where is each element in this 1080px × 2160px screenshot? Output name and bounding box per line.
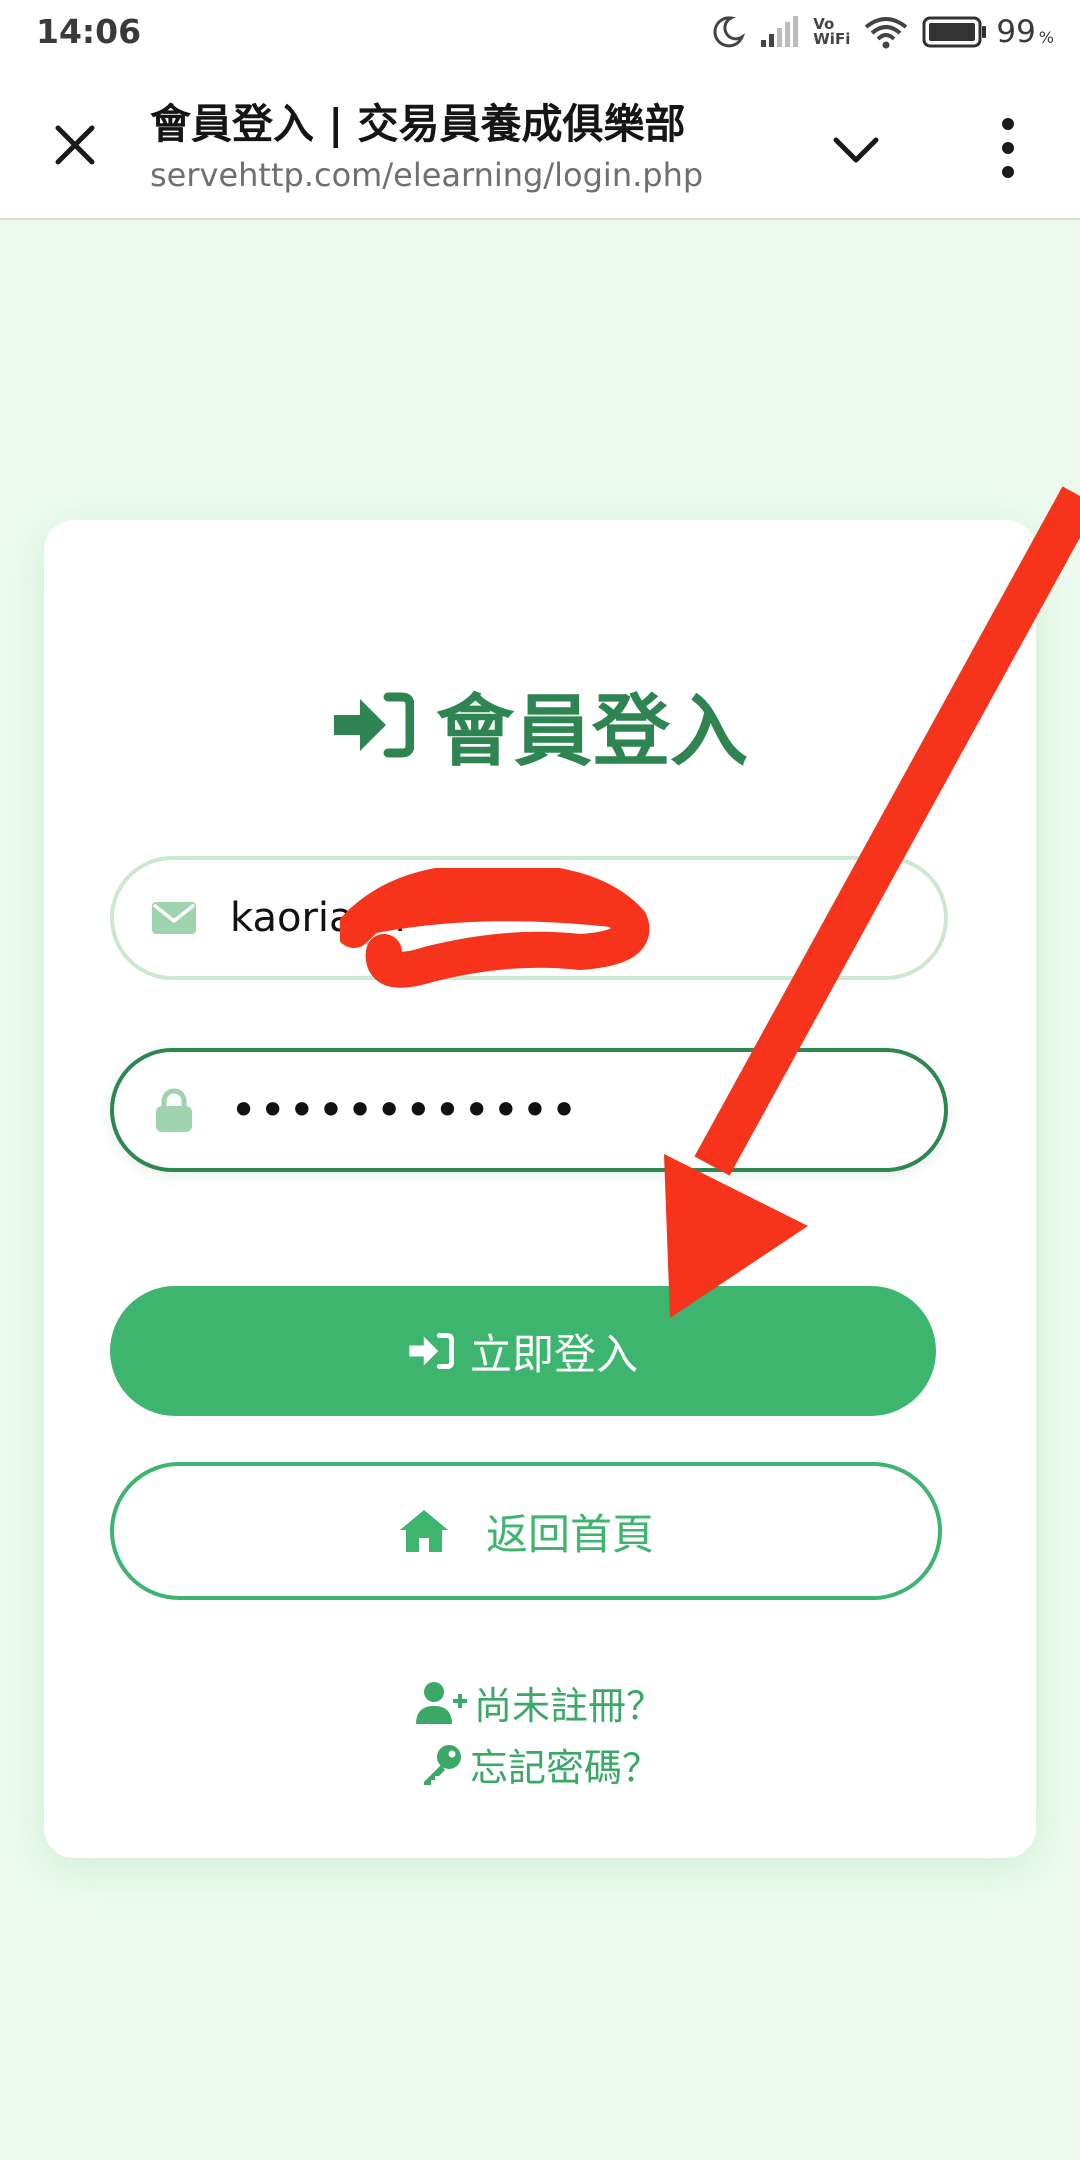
login-submit-label: 立即登入	[469, 1330, 638, 1378]
more-vertical-icon	[1002, 118, 1014, 178]
key-icon	[423, 1745, 461, 1785]
login-submit-button[interactable]: 立即登入	[110, 1286, 936, 1416]
forgot-password-link[interactable]: 忘記密碼？	[44, 1736, 1036, 1792]
login-card: 會員登入 kaoria m •••••••••••• 立即登入 返回首頁 尚未註…	[44, 520, 1036, 1858]
sign-in-icon	[333, 692, 414, 758]
login-heading: 會員登入	[44, 670, 1036, 780]
status-icons: Vo WiFi 99 %	[711, 10, 1054, 54]
login-heading-text: 會員登入	[435, 687, 748, 777]
do-not-disturb-moon-icon	[713, 16, 746, 48]
forgot-password-label[interactable]: 忘記密碼？	[470, 1737, 660, 1792]
user-plus-icon	[415, 1682, 467, 1724]
page-title: 會員登入 | 交易員養成俱樂部	[150, 100, 686, 148]
back-home-button[interactable]: 返回首頁	[110, 1462, 942, 1600]
password-field[interactable]: ••••••••••••	[110, 1048, 948, 1172]
wifi-icon	[865, 17, 908, 49]
back-home-label: 返回首頁	[485, 1509, 654, 1559]
chevron-down-icon	[833, 137, 879, 163]
register-link-label[interactable]: 尚未註冊？	[474, 1675, 664, 1730]
redaction-scribble	[340, 868, 650, 988]
close-icon	[55, 125, 95, 165]
close-tab-button[interactable]	[48, 118, 102, 172]
signal-strength-icon	[761, 16, 799, 47]
status-bar: 14:06 Vo WiFi 99 %	[0, 0, 1080, 66]
password-input-value[interactable]: ••••••••••••	[230, 1078, 580, 1142]
battery-indicator: 99 %	[922, 14, 1054, 50]
lock-icon	[156, 1088, 192, 1132]
status-time: 14:06	[36, 12, 142, 51]
battery-level: 99	[996, 14, 1036, 50]
sign-in-icon	[409, 1332, 454, 1370]
vowifi-indicator: Vo WiFi	[813, 17, 850, 47]
battery-unit: %	[1038, 27, 1054, 47]
battery-icon	[922, 16, 987, 48]
envelope-icon	[152, 902, 196, 934]
register-link[interactable]: 尚未註冊？	[44, 1674, 1036, 1730]
overflow-menu-button[interactable]	[988, 112, 1028, 184]
browser-toolbar: 會員登入 | 交易員養成俱樂部 servehttp.com/elearning/…	[0, 66, 1080, 220]
expand-toolbar-button[interactable]	[828, 122, 884, 178]
vowifi-bottom: WiFi	[813, 30, 851, 48]
page-url[interactable]: servehttp.com/elearning/login.php	[150, 156, 703, 194]
home-icon	[399, 1510, 448, 1552]
